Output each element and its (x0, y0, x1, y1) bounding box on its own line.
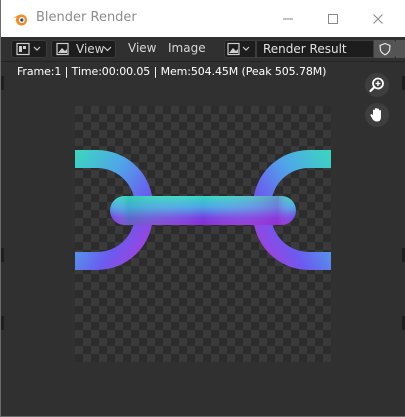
header-overflow[interactable] (396, 40, 405, 58)
minimize-icon (283, 18, 293, 19)
region-edge (1, 248, 4, 262)
image-name-field[interactable]: Render Result (256, 40, 374, 58)
chain-render (75, 150, 331, 270)
region-edge (1, 76, 4, 90)
close-icon (373, 13, 383, 24)
minimize-button[interactable] (265, 0, 311, 37)
render-result-image (75, 106, 331, 362)
image-icon (56, 42, 69, 56)
menu-view[interactable]: View (128, 41, 156, 55)
title-bar: Blender Render (1, 0, 405, 37)
browse-image-dropdown[interactable] (224, 40, 256, 58)
window-title: Blender Render (36, 10, 137, 25)
region-edge (1, 316, 4, 330)
menu-image[interactable]: Image (168, 41, 206, 55)
blender-render-window: Blender Render View View Image Render Re… (0, 0, 405, 417)
editor-type-dropdown[interactable] (11, 40, 47, 58)
maximize-icon (328, 13, 338, 24)
chevron-down-icon (103, 46, 112, 52)
browse-image-icon (227, 42, 250, 56)
view-mode-label: View (76, 42, 105, 56)
render-info-text: Frame:1 | Time:00:00.05 | Mem:504.45M (P… (17, 65, 327, 78)
image-editor-header: View View Image Render Result (1, 37, 405, 62)
shield-icon (379, 42, 391, 56)
blender-logo-icon (11, 10, 29, 28)
pan-hand-icon (370, 108, 381, 122)
image-editor-icon (16, 42, 41, 56)
fake-user-button[interactable] (374, 40, 396, 58)
zoom-icon (369, 77, 384, 93)
zoom-button[interactable] (365, 73, 389, 97)
image-viewport[interactable]: Frame:1 | Time:00:00.05 | Mem:504.45M (P… (1, 62, 405, 416)
close-button[interactable] (355, 0, 401, 37)
pan-button[interactable] (365, 103, 389, 127)
maximize-button[interactable] (310, 0, 356, 37)
view-mode-dropdown[interactable]: View (51, 40, 116, 58)
